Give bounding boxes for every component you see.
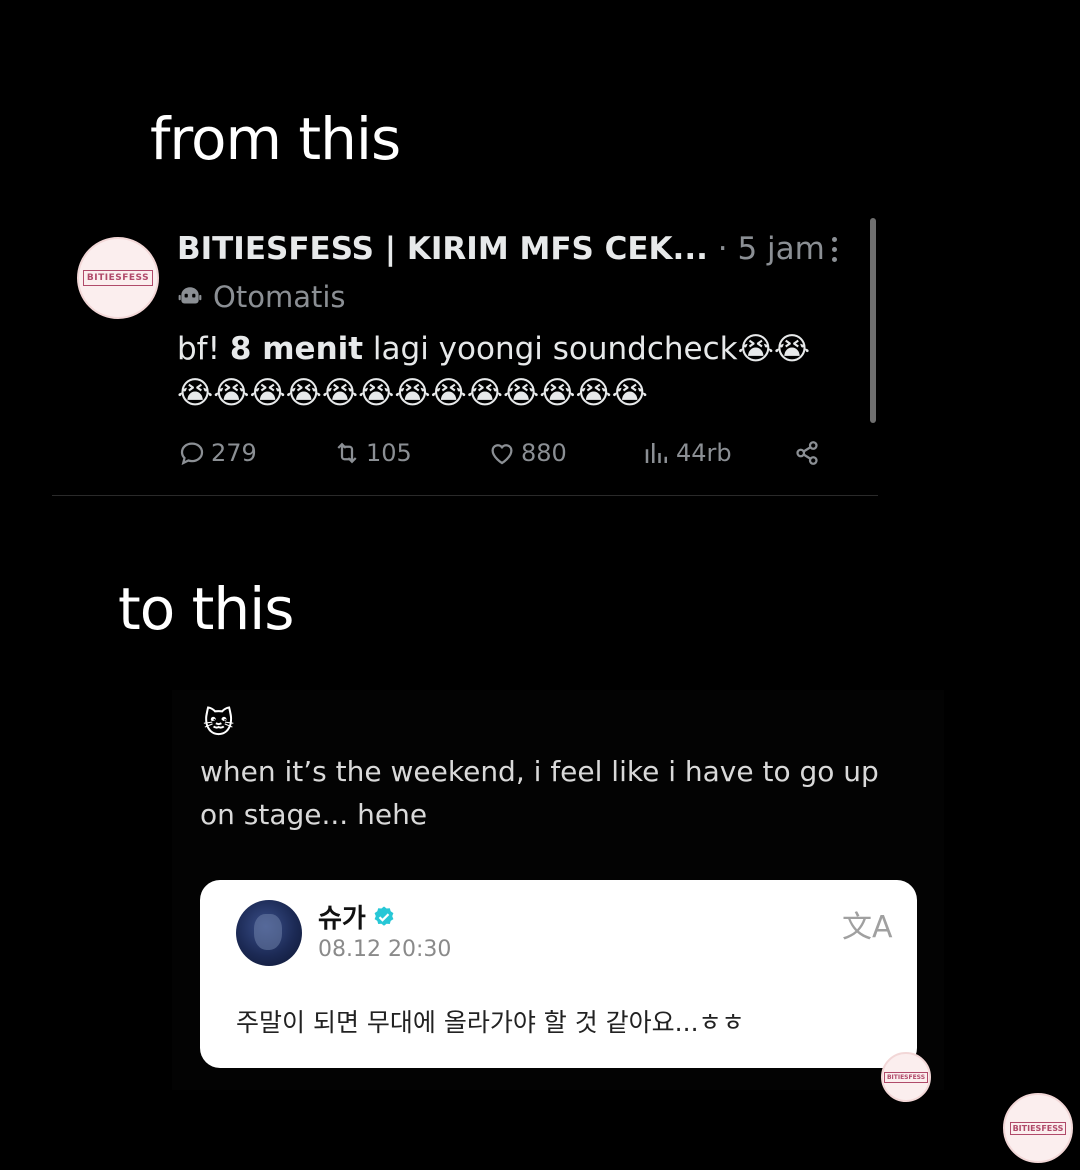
watermark-text: BITIESFESS xyxy=(1009,1121,1067,1135)
weverse-post-card[interactable]: 슈가 08.12 20:30 文A 주말이 되면 무대에 올라가야 할 것 같아… xyxy=(200,880,917,1068)
more-icon[interactable] xyxy=(832,237,838,267)
like-count: 880 xyxy=(521,439,567,467)
tweet-text-prefix: bf! xyxy=(177,331,230,367)
watermark-logo: BITIESFESS xyxy=(881,1052,931,1102)
automated-label: Otomatis xyxy=(177,280,346,314)
share-icon xyxy=(796,441,818,465)
watermark-text: BITIESFESS xyxy=(883,1071,929,1083)
reply-button[interactable]: 279 xyxy=(177,438,257,468)
watermark-logo: BITIESFESS xyxy=(1003,1093,1073,1163)
views-count: 44rb xyxy=(676,439,732,467)
avatar-logo: BITIESFESS xyxy=(82,270,154,286)
caption-from-this: from this xyxy=(150,105,401,173)
reply-icon xyxy=(180,442,204,466)
timestamp[interactable]: · 5 jam xyxy=(718,231,825,267)
reply-count: 279 xyxy=(211,439,257,467)
retweet-count: 105 xyxy=(366,439,412,467)
avatar[interactable]: BITIESFESS xyxy=(77,237,159,319)
cat-emoji: 🐱 xyxy=(203,706,235,741)
views-icon xyxy=(645,443,667,463)
author-name[interactable]: 슈가 xyxy=(318,898,366,935)
like-button[interactable]: 880 xyxy=(487,438,567,468)
tweet-emoji-1: 😭😭 xyxy=(737,331,811,367)
retweet-icon xyxy=(337,442,357,464)
retweet-button[interactable]: 105 xyxy=(332,438,412,468)
tweet-emoji-2: 😭😭😭😭😭😭😭😭😭😭😭😭😭 xyxy=(177,375,648,411)
post-author: 슈가 xyxy=(318,898,396,935)
verified-icon xyxy=(374,906,394,926)
post-date: 08.12 20:30 xyxy=(318,937,452,962)
scrollbar[interactable] xyxy=(870,218,876,423)
translate-icon[interactable]: 文A xyxy=(842,902,893,946)
tweet-card[interactable]: BITIESFESS BITIESFESS | KIRIM MFS CEK...… xyxy=(52,215,878,496)
tweet-header: BITIESFESS | KIRIM MFS CEK... · 5 jam xyxy=(177,231,825,267)
caption-to-this: to this xyxy=(118,575,294,643)
tweet-text: bf! 8 menit lagi yoongi soundcheck😭😭 😭😭😭… xyxy=(177,327,837,415)
tweet-text-rest: lagi yoongi soundcheck xyxy=(363,331,738,367)
translation-text: when it’s the weekend, i feel like i hav… xyxy=(200,755,879,831)
post-text: 주말이 되면 무대에 올라가야 할 것 같아요...ㅎㅎ xyxy=(236,1008,745,1037)
like-icon xyxy=(491,444,513,465)
bot-icon xyxy=(178,287,202,304)
display-name[interactable]: BITIESFESS | KIRIM MFS CEK... xyxy=(177,231,708,267)
tweet-text-bold: 8 menit xyxy=(229,331,364,367)
views-button[interactable]: 44rb xyxy=(642,438,732,468)
share-button[interactable] xyxy=(792,438,822,468)
avatar[interactable] xyxy=(236,900,302,966)
automated-text: Otomatis xyxy=(213,280,346,314)
tweet-actions: 279 105 880 44rb xyxy=(177,438,837,478)
